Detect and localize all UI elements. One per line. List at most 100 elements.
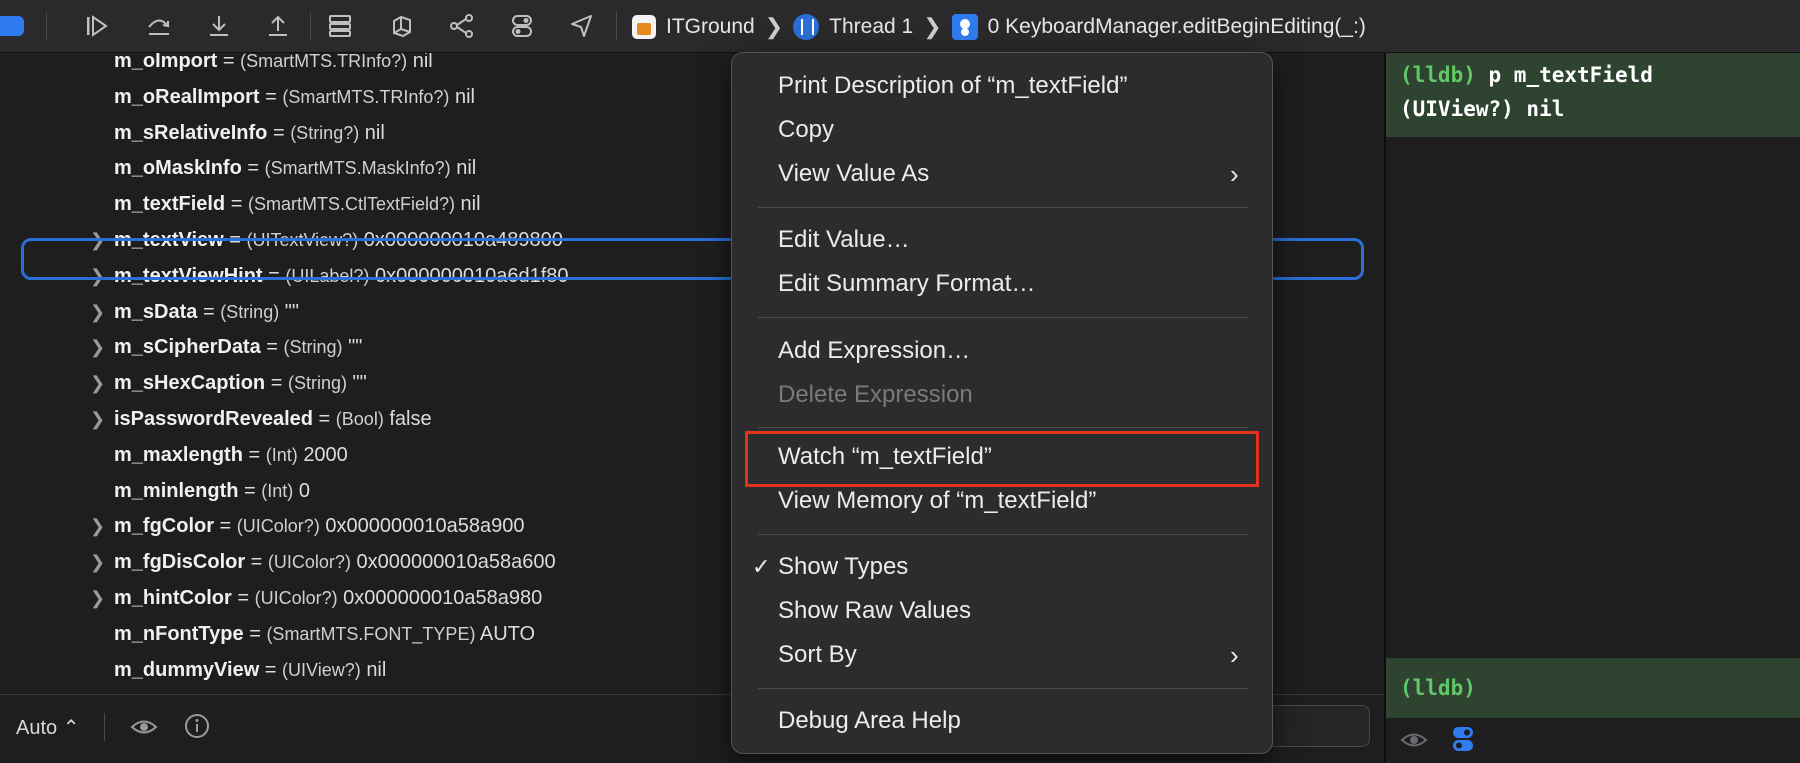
variable-text: m_oRealImport = (SmartMTS.TRInfo?) nil bbox=[114, 79, 475, 115]
variable-name: m_fgColor bbox=[114, 515, 214, 538]
disclosure-chevron-icon[interactable]: ❯ bbox=[90, 294, 105, 330]
disclosure-chevron-icon[interactable]: ❯ bbox=[90, 329, 105, 365]
variable-text: m_minlength = (Int) 0 bbox=[114, 473, 310, 509]
variable-type: (SmartMTS.MaskInfo?) bbox=[264, 158, 451, 179]
thread-icon bbox=[793, 14, 820, 40]
menu-separator bbox=[758, 207, 1248, 208]
variable-type: (UIColor?) bbox=[254, 588, 338, 608]
toggle-icon[interactable] bbox=[1452, 726, 1474, 752]
step-out-icon[interactable] bbox=[265, 13, 291, 39]
variable-value: "" bbox=[352, 372, 367, 395]
menu-item-show-types[interactable]: Show Types bbox=[778, 547, 908, 587]
disclosure-chevron-icon[interactable]: ❯ bbox=[90, 508, 105, 544]
context-menu: Print Description of “m_textField” Copy … bbox=[731, 52, 1273, 754]
stack-frame-icon bbox=[951, 14, 978, 40]
info-icon[interactable] bbox=[184, 713, 210, 739]
variable-name: m_minlength bbox=[114, 479, 239, 502]
console-filter-bar bbox=[1386, 718, 1800, 762]
debug-toolbar: ITGround ❯ Thread 1 ❯ 0 KeyboardManager.… bbox=[0, 0, 1800, 53]
variable-value: nil bbox=[412, 53, 433, 72]
scope-popup[interactable]: Auto ⌃ bbox=[16, 715, 79, 740]
checkmark-icon: ✓ bbox=[752, 554, 771, 579]
variable-name: m_oImport bbox=[114, 53, 218, 72]
console-input-line[interactable]: (lldb) bbox=[1386, 658, 1800, 718]
variable-equals: = bbox=[225, 193, 248, 216]
debug-view-hierarchy-icon[interactable] bbox=[327, 13, 353, 39]
menu-item-sort-by[interactable]: Sort By bbox=[778, 635, 857, 675]
variable-equals: = bbox=[217, 53, 241, 72]
variable-type: (Int) bbox=[261, 480, 294, 501]
variable-type: (String) bbox=[220, 301, 280, 322]
breadcrumb-frame[interactable]: 0 KeyboardManager.editBeginEditing(_:) bbox=[988, 15, 1366, 39]
variable-name: m_sHexCaption bbox=[114, 372, 266, 395]
variable-value: "" bbox=[348, 336, 363, 359]
variable-value: nil bbox=[366, 658, 387, 681]
disclosure-chevron-icon[interactable]: ❯ bbox=[90, 401, 105, 437]
submenu-arrow-icon: › bbox=[1230, 640, 1239, 670]
step-into-icon[interactable] bbox=[206, 13, 232, 39]
breadcrumb-thread[interactable]: Thread 1 bbox=[829, 15, 913, 39]
menu-item-print-description[interactable]: Print Description of “m_textField” bbox=[778, 66, 1127, 106]
variable-value: nil bbox=[364, 121, 385, 144]
variable-type: (String) bbox=[283, 337, 343, 358]
variable-value: nil bbox=[456, 157, 477, 180]
variable-equals: = bbox=[313, 408, 336, 430]
debug-settings-icon[interactable] bbox=[509, 13, 535, 39]
step-over-icon[interactable] bbox=[146, 13, 172, 39]
environment-overrides-icon[interactable] bbox=[449, 13, 475, 39]
variable-value: 2000 bbox=[303, 443, 348, 466]
menu-item-edit-summary-format[interactable]: Edit Summary Format… bbox=[778, 264, 1035, 304]
variable-equals: = bbox=[238, 479, 262, 502]
simulate-location-icon[interactable] bbox=[569, 13, 595, 39]
variable-equals: = bbox=[214, 515, 237, 538]
variable-value: nil bbox=[460, 193, 481, 216]
variable-name: m_nFontType bbox=[114, 622, 244, 645]
menu-item-edit-value[interactable]: Edit Value… bbox=[778, 220, 910, 260]
console-command-line: (lldb) p m_textField bbox=[1400, 63, 1653, 87]
console-command: p m_textField bbox=[1488, 63, 1653, 87]
disclosure-chevron-icon[interactable]: ❯ bbox=[90, 365, 105, 401]
variable-value: 0x000000010a58a980 bbox=[343, 587, 543, 609]
variable-text: m_sHexCaption = (String) "" bbox=[114, 365, 367, 401]
variable-equals: = bbox=[231, 587, 255, 609]
variable-equals: = bbox=[259, 658, 283, 681]
menu-item-view-value-as[interactable]: View Value As bbox=[778, 154, 929, 194]
variable-name: m_fgDisColor bbox=[114, 551, 246, 574]
variable-text: m_nFontType = (SmartMTS.FONT_TYPE) AUTO bbox=[114, 616, 535, 652]
variable-type: (UIView?) bbox=[282, 659, 361, 680]
disclosure-chevron-icon[interactable]: ❯ bbox=[90, 580, 105, 616]
variable-name: m_sRelativeInfo bbox=[114, 121, 268, 144]
continue-icon[interactable] bbox=[84, 13, 110, 39]
variable-text: m_sRelativeInfo = (String?) nil bbox=[114, 115, 385, 151]
console-input-prompt: (lldb) bbox=[1400, 676, 1476, 700]
variable-equals: = bbox=[243, 622, 267, 645]
variable-type: (String?) bbox=[290, 122, 360, 143]
eye-icon[interactable] bbox=[130, 715, 158, 739]
variable-name: isPasswordRevealed bbox=[114, 408, 313, 430]
breadcrumb-app[interactable]: ITGround bbox=[666, 15, 755, 39]
variable-equals: = bbox=[267, 121, 291, 144]
submenu-arrow-icon: › bbox=[1230, 159, 1239, 189]
breakpoints-toggle-icon[interactable] bbox=[0, 16, 24, 36]
menu-item-view-memory[interactable]: View Memory of “m_textField” bbox=[778, 481, 1096, 521]
eye-icon[interactable] bbox=[1400, 728, 1428, 752]
menu-item-add-expression[interactable]: Add Expression… bbox=[778, 331, 970, 371]
menu-item-watch[interactable]: Watch “m_textField” bbox=[778, 437, 992, 477]
menu-separator bbox=[758, 427, 1248, 428]
menu-separator bbox=[758, 317, 1248, 318]
variable-name: m_sData bbox=[114, 300, 198, 323]
variable-text: m_dummyView = (UIView?) nil bbox=[114, 652, 386, 688]
variable-value: "" bbox=[284, 300, 299, 323]
variable-text: m_oImport = (SmartMTS.TRInfo?) nil bbox=[114, 53, 433, 79]
breadcrumb: ITGround ❯ Thread 1 ❯ 0 KeyboardManager.… bbox=[632, 13, 1366, 41]
variable-name: m_maxlength bbox=[114, 443, 243, 466]
menu-item-debug-area-help[interactable]: Debug Area Help bbox=[778, 701, 961, 741]
menu-item-copy[interactable]: Copy bbox=[778, 110, 834, 150]
menu-item-show-raw-values[interactable]: Show Raw Values bbox=[778, 591, 971, 631]
disclosure-chevron-icon[interactable]: ❯ bbox=[90, 544, 105, 580]
variable-equals: = bbox=[245, 551, 268, 574]
menu-item-delete-expression: Delete Expression bbox=[778, 381, 973, 408]
variable-value: 0x000000010a58a600 bbox=[356, 551, 556, 574]
debug-memory-graph-icon[interactable] bbox=[389, 13, 415, 39]
variable-name: m_oRealImport bbox=[114, 85, 260, 108]
